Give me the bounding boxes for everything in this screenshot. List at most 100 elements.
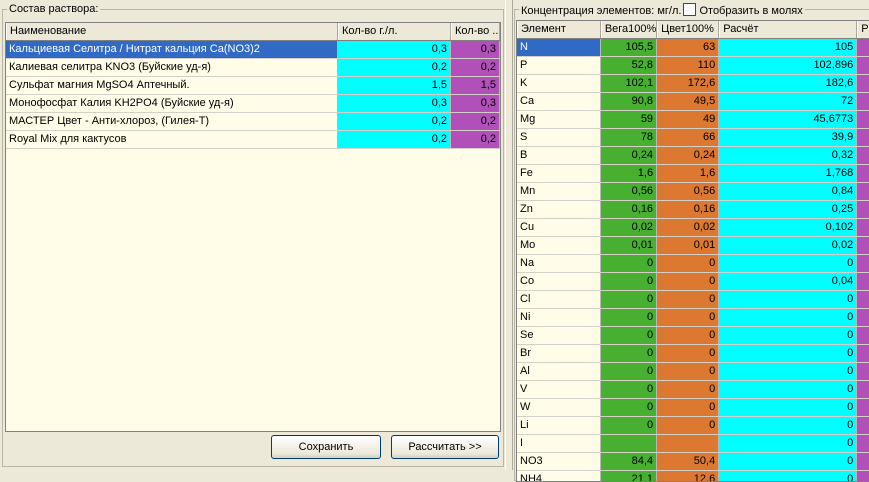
calc-value-cell[interactable]: 0 bbox=[719, 417, 858, 434]
element-name-cell[interactable]: V bbox=[517, 381, 601, 398]
cvet-value-cell[interactable]: 0 bbox=[657, 309, 720, 326]
cvet-value-cell[interactable]: 66 bbox=[657, 129, 720, 146]
cvet-value-cell[interactable]: 110 bbox=[657, 57, 720, 74]
component-qty2-cell[interactable]: 0,2 bbox=[451, 113, 500, 130]
vega-value-cell[interactable]: 0 bbox=[600, 255, 658, 272]
calc-value-cell[interactable]: 182,6 bbox=[719, 75, 858, 92]
element-row[interactable]: B 0,24 0,24 0,32 bbox=[517, 147, 869, 165]
extra-value-cell[interactable] bbox=[857, 111, 869, 128]
show-moles-checkbox[interactable] bbox=[683, 3, 697, 16]
cvet-value-cell[interactable]: 63 bbox=[657, 39, 720, 56]
extra-value-cell[interactable] bbox=[857, 93, 869, 110]
calc-value-cell[interactable]: 0 bbox=[719, 435, 858, 452]
calc-value-cell[interactable]: 0 bbox=[719, 345, 858, 362]
extra-value-cell[interactable] bbox=[857, 201, 869, 218]
vega-value-cell[interactable]: 0,16 bbox=[600, 201, 658, 218]
vega-value-cell[interactable]: 78 bbox=[600, 129, 658, 146]
composition-row[interactable]: МАСТЕР Цвет - Анти-хлороз, (Гилея-Т) 0,2 0… bbox=[6, 113, 500, 131]
element-row[interactable]: Mn 0,56 0,56 0,84 bbox=[517, 183, 869, 201]
element-name-cell[interactable]: Fe bbox=[517, 165, 601, 182]
component-name-cell[interactable]: Калиевая селитра KNO3 (Буйские уд-я) bbox=[6, 59, 338, 76]
extra-value-cell[interactable] bbox=[857, 147, 869, 164]
element-row[interactable]: S 78 66 39,9 bbox=[517, 129, 869, 147]
element-name-cell[interactable]: Mn bbox=[517, 183, 601, 200]
element-table[interactable]: Элемент Вега100% Цвет100% Расчёт Р N 105,… bbox=[516, 20, 869, 482]
cvet-value-cell[interactable]: 0,24 bbox=[657, 147, 720, 164]
cvet-value-cell[interactable] bbox=[657, 435, 720, 452]
element-name-cell[interactable]: S bbox=[517, 129, 601, 146]
composition-table[interactable]: Наименование Кол-во г./л. Кол-во ... Кал… bbox=[5, 22, 501, 432]
element-name-cell[interactable]: Ca bbox=[517, 93, 601, 110]
extra-value-cell[interactable] bbox=[857, 237, 869, 254]
cvet-value-cell[interactable]: 0 bbox=[657, 363, 720, 380]
component-qty-cell[interactable]: 0,2 bbox=[338, 59, 451, 76]
element-name-cell[interactable]: NO3 bbox=[517, 453, 601, 470]
element-name-cell[interactable]: Zn bbox=[517, 201, 601, 218]
cvet-value-cell[interactable]: 0 bbox=[657, 273, 720, 290]
element-name-cell[interactable]: P bbox=[517, 57, 601, 74]
extra-value-cell[interactable] bbox=[857, 417, 869, 434]
calc-value-cell[interactable]: 0 bbox=[719, 255, 858, 272]
composition-row[interactable]: Сульфат магния MgSO4 Аптечный. 1,5 1,5 bbox=[6, 77, 500, 95]
element-name-cell[interactable]: Mo bbox=[517, 237, 601, 254]
calc-value-cell[interactable]: 0,84 bbox=[719, 183, 858, 200]
extra-value-cell[interactable] bbox=[857, 255, 869, 272]
composition-row[interactable]: Royal Mix для кактусов 0,2 0,2 bbox=[6, 131, 500, 149]
column-header-name[interactable]: Наименование bbox=[6, 23, 338, 40]
component-qty-cell[interactable]: 0,2 bbox=[338, 113, 451, 130]
component-qty-cell[interactable]: 0,3 bbox=[338, 41, 451, 58]
element-name-cell[interactable]: W bbox=[517, 399, 601, 416]
vega-value-cell[interactable]: 0,56 bbox=[600, 183, 658, 200]
element-name-cell[interactable]: NH4 bbox=[517, 471, 601, 481]
component-name-cell[interactable]: Royal Mix для кактусов bbox=[6, 131, 338, 148]
extra-value-cell[interactable] bbox=[857, 381, 869, 398]
calc-value-cell[interactable]: 0 bbox=[719, 309, 858, 326]
element-name-cell[interactable]: I bbox=[517, 435, 601, 452]
calc-value-cell[interactable]: 0 bbox=[719, 327, 858, 344]
calc-value-cell[interactable]: 45,6773 bbox=[719, 111, 858, 128]
element-row[interactable]: NH4 21,1 12,6 0 bbox=[517, 471, 869, 481]
cvet-value-cell[interactable]: 12,6 bbox=[657, 471, 720, 481]
vega-value-cell[interactable]: 90,8 bbox=[600, 93, 658, 110]
component-qty-cell[interactable]: 1,5 bbox=[338, 77, 451, 94]
element-row[interactable]: Cu 0,02 0,02 0,102 bbox=[517, 219, 869, 237]
component-qty2-cell[interactable]: 0,3 bbox=[451, 95, 500, 112]
element-row[interactable]: N 105,5 63 105 bbox=[517, 39, 869, 57]
vega-value-cell[interactable]: 0 bbox=[600, 327, 658, 344]
extra-value-cell[interactable] bbox=[857, 327, 869, 344]
vega-value-cell[interactable]: 59 bbox=[600, 111, 658, 128]
cvet-value-cell[interactable]: 1,6 bbox=[657, 165, 720, 182]
vega-value-cell[interactable]: 105,5 bbox=[600, 39, 658, 56]
component-qty2-cell[interactable]: 0,2 bbox=[451, 131, 500, 148]
vega-value-cell[interactable]: 0 bbox=[600, 417, 658, 434]
calc-value-cell[interactable]: 72 bbox=[719, 93, 858, 110]
vega-value-cell[interactable]: 0,01 bbox=[600, 237, 658, 254]
extra-value-cell[interactable] bbox=[857, 219, 869, 236]
component-qty2-cell[interactable]: 1,5 bbox=[451, 77, 500, 94]
extra-value-cell[interactable] bbox=[857, 399, 869, 416]
element-row[interactable]: V000 bbox=[517, 381, 869, 399]
element-row[interactable]: Co 0 0 0,04 bbox=[517, 273, 869, 291]
element-row[interactable]: Na 0 0 0 bbox=[517, 255, 869, 273]
component-name-cell[interactable]: МАСТЕР Цвет - Анти-хлороз, (Гилея-Т) bbox=[6, 113, 338, 130]
element-name-cell[interactable]: Li bbox=[517, 417, 601, 434]
extra-value-cell[interactable] bbox=[857, 183, 869, 200]
calc-value-cell[interactable]: 105 bbox=[719, 39, 858, 56]
extra-value-cell[interactable] bbox=[857, 165, 869, 182]
calc-value-cell[interactable]: 39,9 bbox=[719, 129, 858, 146]
extra-value-cell[interactable] bbox=[857, 273, 869, 290]
calc-value-cell[interactable]: 0 bbox=[719, 471, 858, 481]
element-name-cell[interactable]: Se bbox=[517, 327, 601, 344]
component-qty-cell[interactable]: 0,2 bbox=[338, 131, 451, 148]
vega-value-cell[interactable]: 84,4 bbox=[600, 453, 658, 470]
vega-value-cell[interactable]: 102,1 bbox=[600, 75, 658, 92]
calculate-button[interactable]: Рассчитать >> bbox=[391, 435, 499, 459]
extra-value-cell[interactable] bbox=[857, 57, 869, 74]
vega-value-cell[interactable] bbox=[600, 435, 658, 452]
cvet-value-cell[interactable]: 172,6 bbox=[657, 75, 720, 92]
component-name-cell[interactable]: Кальциевая Селитра / Нитрат кальция Ca(N… bbox=[6, 41, 338, 58]
cvet-value-cell[interactable]: 49,5 bbox=[657, 93, 720, 110]
calc-value-cell[interactable]: 102,896 bbox=[719, 57, 858, 74]
component-name-cell[interactable]: Сульфат магния MgSO4 Аптечный. bbox=[6, 77, 338, 94]
vega-value-cell[interactable]: 0 bbox=[600, 345, 658, 362]
